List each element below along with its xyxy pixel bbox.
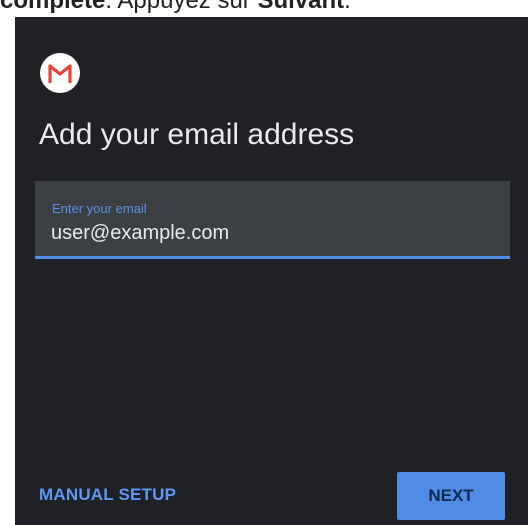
email-field[interactable]: Enter your email <box>35 181 510 259</box>
gmail-logo <box>40 53 80 93</box>
page-title: Add your email address <box>39 118 355 151</box>
email-field-label: Enter your email <box>52 201 147 216</box>
email-input[interactable] <box>51 219 491 247</box>
gmail-icon <box>48 64 72 83</box>
caption-text: . Appuyez sur <box>105 0 258 14</box>
page: complete. Appuyez sur Suivant. Add your … <box>0 0 528 525</box>
instruction-caption: complete. Appuyez sur Suivant. <box>0 0 528 16</box>
caption-period: . <box>344 0 351 14</box>
caption-bold-complete: complete <box>0 0 106 14</box>
email-field-underline <box>35 256 510 259</box>
email-setup-screen: Add your email address Enter your email … <box>15 17 528 525</box>
caption-bold-next: Suivant <box>257 0 345 14</box>
next-button[interactable]: NEXT <box>397 472 505 520</box>
manual-setup-button[interactable]: MANUAL SETUP <box>39 484 176 506</box>
